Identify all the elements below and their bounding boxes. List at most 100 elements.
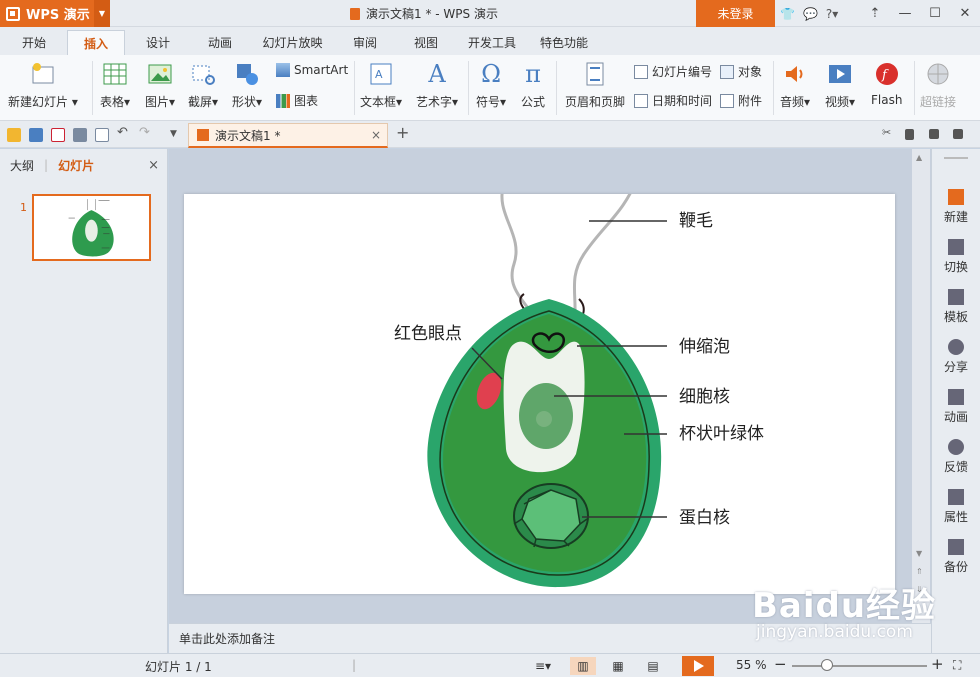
help-icon[interactable]: ?▾ bbox=[826, 7, 838, 21]
close-icon[interactable]: ✕ bbox=[950, 0, 980, 27]
panel-new[interactable]: 新建 bbox=[932, 189, 980, 225]
slideshow-play-button[interactable] bbox=[682, 656, 714, 676]
normal-view-icon[interactable]: ▥ bbox=[570, 657, 596, 675]
textbox-button[interactable]: A 文本框▾ bbox=[360, 61, 402, 110]
object-button[interactable]: 对象 bbox=[720, 63, 762, 80]
open-icon[interactable] bbox=[7, 128, 21, 142]
close-tab-icon[interactable]: × bbox=[371, 128, 381, 142]
skin-icon[interactable]: 👕 bbox=[780, 7, 795, 21]
panel-animation[interactable]: 动画 bbox=[932, 389, 980, 425]
properties-icon bbox=[948, 489, 964, 505]
reading-view-icon[interactable]: ▤ bbox=[640, 657, 666, 675]
slide-canvas: 鞭毛 红色眼点 伸缩泡 细胞核 杯状叶绿体 蛋白核 bbox=[169, 149, 931, 623]
slide-number-icon bbox=[634, 64, 648, 79]
export-pdf-icon[interactable] bbox=[51, 128, 65, 142]
globe-icon bbox=[925, 61, 951, 87]
wordart-button[interactable]: A 艺术字▾ bbox=[416, 60, 458, 110]
sorter-view-icon[interactable]: ▦ bbox=[605, 657, 631, 675]
audio-button[interactable]: 音频▾ bbox=[780, 61, 810, 110]
chevron-down-icon[interactable]: ▼ bbox=[94, 0, 110, 27]
scroll-up-icon[interactable]: ▲ bbox=[916, 153, 922, 162]
fit-window-icon[interactable]: ⛶ bbox=[953, 658, 961, 673]
smartart-button[interactable]: SmartArt bbox=[276, 63, 348, 77]
slide[interactable]: 鞭毛 红色眼点 伸缩泡 细胞核 杯状叶绿体 蛋白核 bbox=[184, 173, 895, 594]
tab-developer[interactable]: 开发工具 bbox=[462, 30, 522, 55]
tool-icon-1[interactable]: ✂ bbox=[882, 126, 896, 140]
app-menu-button[interactable]: WPS 演示 ▼ bbox=[0, 0, 110, 27]
calendar-icon bbox=[634, 93, 648, 108]
close-panel-icon[interactable]: × bbox=[148, 158, 159, 173]
redo-icon[interactable]: ↷ bbox=[139, 125, 153, 140]
textbox-icon: A bbox=[368, 61, 394, 87]
vertical-scrollbar[interactable]: ▲ ▼ ⇑ ⇓ bbox=[912, 149, 930, 623]
template-icon bbox=[948, 289, 964, 305]
table-icon bbox=[102, 61, 128, 87]
video-button[interactable]: 视频▾ bbox=[825, 61, 855, 110]
zoom-out-button[interactable]: − bbox=[774, 655, 787, 673]
new-tab-icon[interactable]: + bbox=[396, 123, 410, 142]
chart-button[interactable]: 图表 bbox=[276, 92, 318, 109]
new-slide-button[interactable]: 新建幻灯片 ▾ bbox=[8, 61, 78, 110]
save-icon[interactable] bbox=[29, 128, 43, 142]
undo-icon[interactable]: ↶ bbox=[117, 125, 131, 140]
panel-template[interactable]: 模板 bbox=[932, 289, 980, 325]
maximize-icon[interactable]: ☐ bbox=[920, 0, 950, 27]
flash-icon: f bbox=[874, 61, 900, 87]
prev-slide-icon[interactable]: ⇑ bbox=[916, 567, 923, 576]
symbol-button[interactable]: Ω 符号▾ bbox=[476, 60, 506, 110]
panel-share[interactable]: 分享 bbox=[932, 339, 980, 375]
label-eyespot: 红色眼点 bbox=[394, 324, 462, 344]
shape-icon bbox=[234, 61, 260, 87]
panel-backup[interactable]: 备份 bbox=[932, 539, 980, 575]
hyperlink-button[interactable]: 超链接 bbox=[920, 61, 956, 110]
tool-icon-3[interactable] bbox=[929, 129, 939, 139]
document-tab[interactable]: 演示文稿1 * × bbox=[188, 123, 388, 148]
panel-feedback[interactable]: 反馈 bbox=[932, 439, 980, 475]
minimize-icon[interactable]: — bbox=[890, 0, 920, 27]
formula-button[interactable]: π 公式 bbox=[520, 60, 546, 110]
header-footer-icon bbox=[582, 61, 608, 87]
tab-slides[interactable]: 幻灯片 bbox=[58, 157, 94, 174]
screenshot-button[interactable]: 截屏▾ bbox=[188, 61, 218, 110]
picture-button[interactable]: 图片▾ bbox=[145, 61, 175, 110]
table-button[interactable]: 表格▾ bbox=[100, 61, 130, 110]
new-slide-icon bbox=[30, 61, 56, 87]
tab-design[interactable]: 设计 bbox=[138, 30, 178, 55]
right-task-panel: 新建 切换 模板 分享 动画 反馈 属性 备份 bbox=[931, 149, 980, 653]
zoom-slider-handle[interactable] bbox=[821, 659, 833, 671]
notes-toggle-icon[interactable]: ≡▾ bbox=[530, 657, 556, 675]
ribbon-toolbar: 新建幻灯片 ▾ 表格▾ 图片▾ 截屏▾ 形状▾ SmartArt 图表 A 文本… bbox=[0, 55, 980, 121]
share-window-icon[interactable]: ⇡ bbox=[860, 0, 890, 27]
zoom-slider[interactable] bbox=[792, 665, 927, 667]
tool-icon-2[interactable] bbox=[905, 129, 914, 140]
tab-start[interactable]: 开始 bbox=[14, 30, 54, 55]
slide-number-button[interactable]: 幻灯片编号 bbox=[634, 63, 712, 80]
slide-thumbnail[interactable] bbox=[32, 194, 151, 261]
chat-icon[interactable]: 💬 bbox=[803, 7, 818, 21]
wordart-icon: A bbox=[428, 60, 446, 88]
panel-switch[interactable]: 切换 bbox=[932, 239, 980, 275]
tab-review[interactable]: 审阅 bbox=[345, 30, 385, 55]
scroll-down-icon[interactable]: ▼ bbox=[916, 549, 922, 558]
tool-icon-4[interactable] bbox=[953, 129, 963, 139]
login-button[interactable]: 未登录 bbox=[696, 0, 775, 27]
flash-button[interactable]: f Flash bbox=[871, 61, 902, 107]
attachment-button[interactable]: 附件 bbox=[720, 92, 762, 109]
tab-outline[interactable]: 大纲 bbox=[10, 157, 34, 174]
label-chloroplast: 杯状叶绿体 bbox=[679, 424, 764, 444]
zoom-in-button[interactable]: + bbox=[931, 655, 944, 673]
customize-icon[interactable]: ▼ bbox=[170, 129, 184, 143]
print-preview-icon[interactable] bbox=[95, 128, 109, 142]
tab-slideshow[interactable]: 幻灯片放映 bbox=[255, 30, 330, 55]
date-time-button[interactable]: 日期和时间 bbox=[634, 92, 712, 109]
tab-animation[interactable]: 动画 bbox=[200, 30, 240, 55]
watermark: Baidu经验 jingyan.baidu.com bbox=[752, 586, 937, 642]
shape-button[interactable]: 形状▾ bbox=[232, 61, 262, 110]
tab-features[interactable]: 特色功能 bbox=[534, 30, 594, 55]
screenshot-icon bbox=[190, 61, 216, 87]
print-icon[interactable] bbox=[73, 128, 87, 142]
tab-insert[interactable]: 插入 bbox=[67, 30, 125, 55]
header-footer-button[interactable]: 页眉和页脚 bbox=[565, 61, 625, 110]
panel-properties[interactable]: 属性 bbox=[932, 489, 980, 525]
tab-view[interactable]: 视图 bbox=[406, 30, 446, 55]
